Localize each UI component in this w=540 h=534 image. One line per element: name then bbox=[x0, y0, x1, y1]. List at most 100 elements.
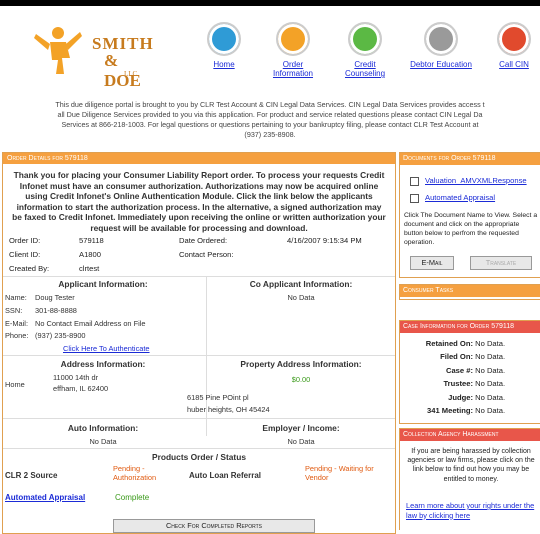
case-label: Trustee: bbox=[443, 379, 473, 389]
order-id-value: 579118 bbox=[79, 236, 104, 245]
created-by-value: clrtest bbox=[79, 264, 100, 273]
nav-debtor-education-label[interactable]: Debtor Education bbox=[404, 60, 478, 69]
nav-home[interactable]: Home bbox=[204, 22, 244, 69]
documents-instructions: Click The Document Name to View. Select … bbox=[404, 212, 538, 246]
pen-icon bbox=[424, 22, 458, 56]
translate-button[interactable]: Translate bbox=[470, 256, 532, 270]
header: SMITH & DOE LLC Home Order Information C… bbox=[0, 6, 540, 98]
order-details-panel: Order Details for 579118 Thank you for p… bbox=[2, 152, 396, 534]
date-ordered-value: 4/16/2007 9:15:34 PM bbox=[287, 236, 362, 245]
nav-order-information-label[interactable]: Order Information bbox=[268, 60, 318, 78]
property-value: $0.00 bbox=[291, 375, 311, 384]
applicant-title: Applicant Information: bbox=[58, 279, 148, 289]
case-info-panel: Case Information for Order 579118 Retain… bbox=[399, 320, 540, 424]
nav-call-cin-label[interactable]: Call CIN bbox=[494, 60, 534, 69]
person-icon bbox=[276, 22, 310, 56]
document-link[interactable]: Valuation_AMVXMLResponse bbox=[425, 176, 527, 185]
intro-line4: (937) 235-8908. bbox=[244, 130, 296, 139]
nav-order-information[interactable]: Order Information bbox=[268, 22, 318, 78]
name-value: Doug Tester bbox=[35, 293, 75, 302]
document-checkbox[interactable] bbox=[410, 176, 419, 186]
phone-value: (937) 235-8900 bbox=[35, 331, 86, 340]
intro-text: This due diligence portal is brought to … bbox=[0, 100, 540, 140]
authenticate-link[interactable]: Click Here To Authenticate bbox=[63, 344, 150, 353]
documents-panel: Documents for Order 579118 Valuation_AMV… bbox=[399, 152, 540, 278]
email-label: E-Mail: bbox=[5, 319, 28, 328]
address-line2: effham, IL 62400 bbox=[53, 384, 109, 393]
case-label: Judge: bbox=[448, 392, 473, 402]
case-label: Retained On: bbox=[425, 339, 473, 348]
collection-header: Collection Agency Harassment bbox=[400, 429, 540, 441]
collection-text: If you are being harassed by collection … bbox=[407, 448, 535, 483]
ssn-value: 301-88-8888 bbox=[35, 306, 77, 315]
learn-rights-link[interactable]: Learn more about your rights under the l… bbox=[406, 501, 538, 520]
status-complete: Complete bbox=[115, 493, 150, 502]
product-auto-loan-referral: Auto Loan Referral bbox=[189, 471, 262, 480]
consumer-tasks-header: Consumer Tasks bbox=[400, 285, 540, 297]
name-label: Name: bbox=[5, 293, 27, 302]
divider bbox=[3, 276, 395, 277]
nav-home-label[interactable]: Home bbox=[204, 60, 244, 69]
divider bbox=[3, 418, 395, 419]
ssn-label: SSN: bbox=[5, 306, 23, 315]
property-title: Property Address Information: bbox=[240, 359, 362, 369]
case-value: No Data. bbox=[475, 365, 506, 375]
property-line1: 6185 Pine POint pl bbox=[187, 393, 249, 402]
phone-icon bbox=[497, 22, 531, 56]
case-row-341-meeting: 341 Meeting: No Data. bbox=[400, 404, 540, 417]
case-info-rows: Retained On: No Data. Filed On: No Data.… bbox=[400, 337, 540, 417]
product-automated-appraisal-link[interactable]: Automated Appraisal bbox=[5, 493, 85, 502]
employer-title: Employer / Income: bbox=[262, 423, 340, 433]
nav-debtor-education[interactable]: Debtor Education bbox=[404, 22, 478, 69]
document-link[interactable]: Automated Appraisal bbox=[425, 193, 495, 202]
co-applicant-title: Co Applicant Information: bbox=[249, 279, 353, 289]
check-completed-reports-button[interactable]: Check For Completed Reports bbox=[113, 519, 315, 533]
property-line2: huber heights, OH 45424 bbox=[187, 405, 270, 414]
auto-title: Auto Information: bbox=[67, 423, 139, 433]
nav-credit-counseling-label[interactable]: Credit Counseling bbox=[340, 60, 390, 78]
collection-harassment-panel: Collection Agency Harassment If you are … bbox=[399, 428, 540, 530]
case-value: No Data. bbox=[475, 406, 506, 416]
case-row-judge: Judge: No Data. bbox=[400, 391, 540, 404]
logo-line3: LLC bbox=[124, 70, 138, 78]
divider bbox=[3, 448, 395, 449]
auto-value: No Data bbox=[89, 437, 117, 446]
authorization-message: Thank you for placing your Consumer Liab… bbox=[12, 170, 386, 233]
smith-doe-logo[interactable]: SMITH & DOE LLC bbox=[30, 20, 153, 90]
document-item[interactable]: Valuation_AMVXMLResponse bbox=[410, 176, 527, 186]
order-details-header: Order Details for 579118 bbox=[3, 153, 395, 164]
documents-header: Documents for Order 579118 bbox=[400, 153, 540, 165]
case-value: No Data. bbox=[475, 352, 506, 362]
intro-line1: This due diligence portal is brought to … bbox=[55, 100, 485, 109]
co-applicant-value: No Data bbox=[287, 293, 315, 302]
document-item[interactable]: Automated Appraisal bbox=[410, 193, 495, 203]
employer-value: No Data bbox=[287, 437, 315, 446]
case-row-retained: Retained On: No Data. bbox=[400, 337, 540, 350]
status-pending-authorization: Pending - Authorization bbox=[113, 464, 157, 482]
phone-label: Phone: bbox=[5, 331, 29, 340]
case-value: No Data. bbox=[475, 392, 506, 402]
running-figure-icon bbox=[34, 27, 82, 74]
case-value: No Data. bbox=[475, 339, 506, 348]
home-icon bbox=[207, 22, 241, 56]
products-title: Products Order / Status bbox=[151, 452, 246, 462]
contact-person-label: Contact Person: bbox=[179, 250, 234, 259]
address-line1: 11000 14th dr bbox=[53, 373, 99, 382]
case-row-trustee: Trustee: No Data. bbox=[400, 377, 540, 390]
divider bbox=[3, 355, 395, 356]
case-row-filed: Filed On: No Data. bbox=[400, 350, 540, 363]
status-pending-vendor: Pending - Waiting for Vendor bbox=[305, 464, 374, 482]
date-ordered-label: Date Ordered: bbox=[179, 236, 228, 245]
case-label: 341 Meeting: bbox=[427, 406, 473, 416]
address-title: Address Information: bbox=[60, 359, 146, 369]
client-id-label: Client ID: bbox=[9, 250, 41, 259]
case-info-header: Case Information for Order 579118 bbox=[400, 321, 540, 333]
intro-line3: Services at 866-218-1003. For legal ques… bbox=[61, 120, 479, 129]
email-button[interactable]: E-Mail bbox=[410, 256, 454, 270]
document-checkbox[interactable] bbox=[410, 193, 419, 203]
nav-credit-counseling[interactable]: Credit Counseling bbox=[340, 22, 390, 78]
order-id-label: Order ID: bbox=[9, 236, 41, 245]
created-by-label: Created By: bbox=[9, 264, 50, 273]
nav-call-cin[interactable]: Call CIN bbox=[494, 22, 534, 69]
intro-line2: all Due Diligence Services provided to y… bbox=[57, 110, 483, 119]
